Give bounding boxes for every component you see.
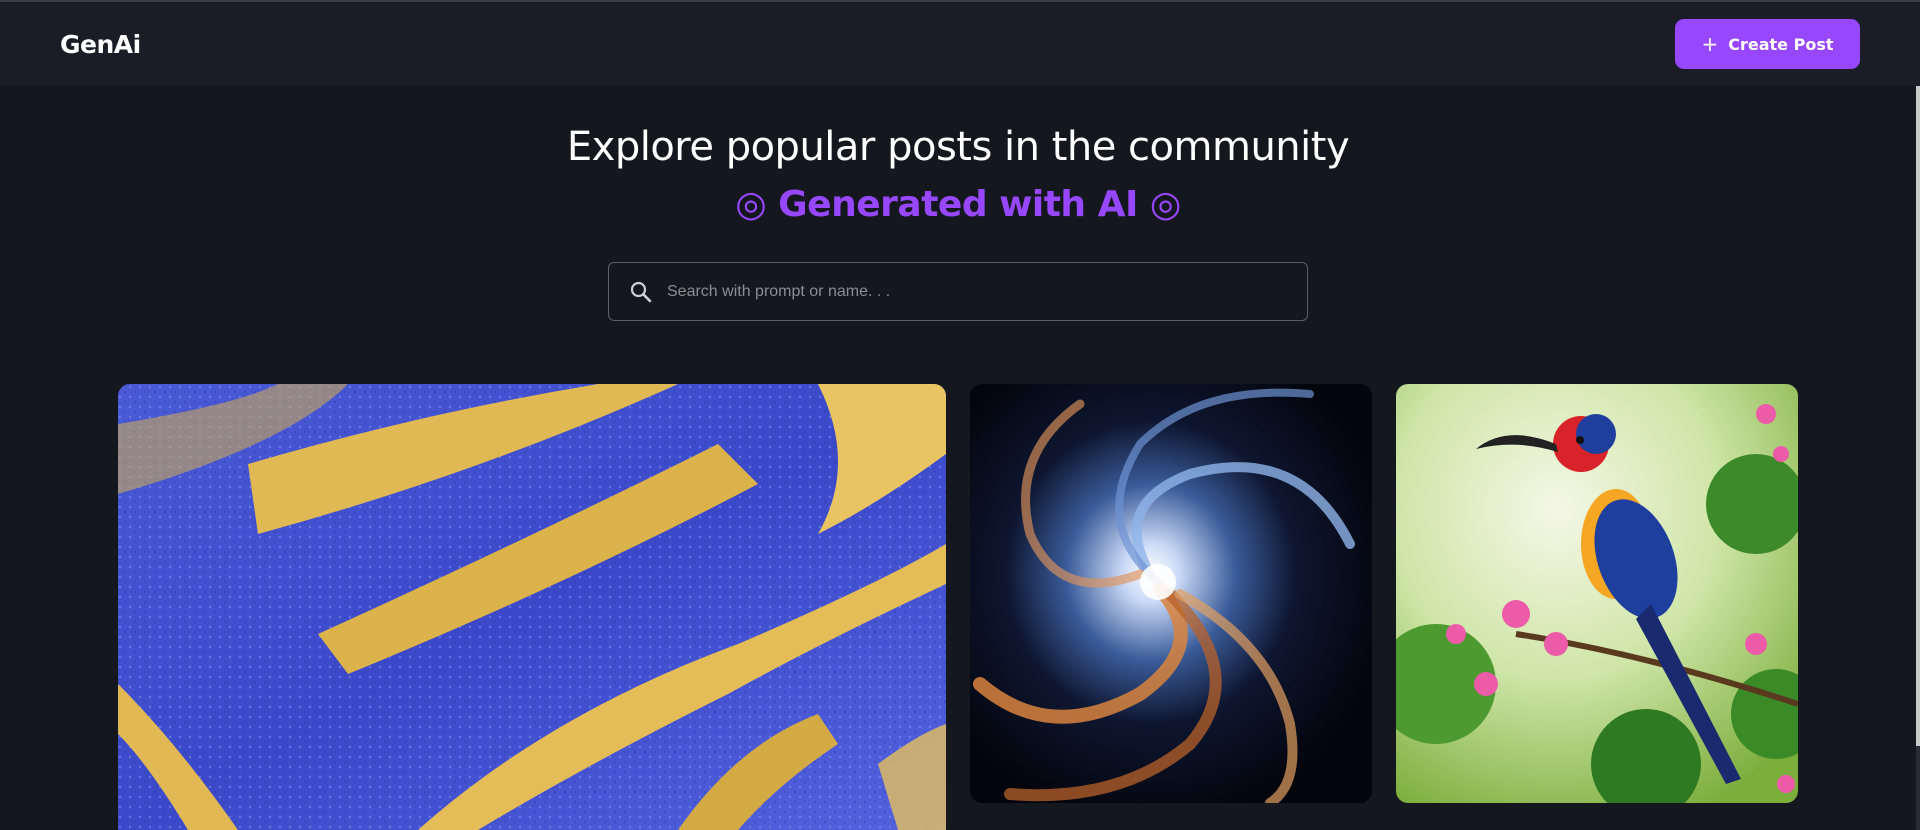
- plus-icon: +: [1701, 32, 1719, 56]
- spiral-galaxy-image: [970, 384, 1372, 803]
- search-icon: [630, 281, 652, 302]
- logo[interactable]: GenAi: [60, 30, 141, 59]
- scrollbar-thumb[interactable]: [1916, 86, 1920, 746]
- page-subtitle: ◎ Generated with AI ◎: [735, 184, 1181, 225]
- post-card-spiral[interactable]: [970, 384, 1372, 803]
- post-card-bird[interactable]: [1396, 384, 1798, 803]
- search-input[interactable]: [665, 281, 1285, 302]
- create-post-label: Create Post: [1728, 34, 1834, 54]
- bird-on-flowers-image: [1396, 384, 1798, 803]
- marble-art-image: [118, 384, 946, 830]
- create-post-button[interactable]: + Create Post: [1675, 19, 1860, 69]
- page-title: Explore popular posts in the community: [566, 124, 1350, 170]
- post-card-marble[interactable]: [118, 384, 946, 830]
- navbar: GenAi: [0, 0, 1920, 86]
- search-box[interactable]: [608, 262, 1308, 321]
